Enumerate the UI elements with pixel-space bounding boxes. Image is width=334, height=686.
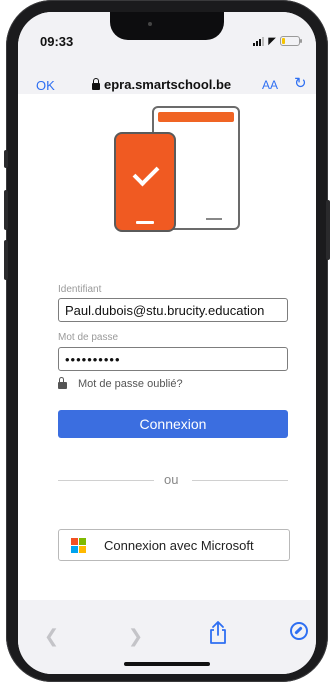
browser-header: 09:33 ◤ OK epra.smartschool.be AA ↻	[18, 12, 316, 94]
wifi-icon: ◤	[268, 35, 276, 47]
volume-up-button	[4, 190, 8, 230]
login-button[interactable]: Connexion	[58, 410, 288, 438]
devices-illustration	[114, 106, 240, 232]
status-icons: ◤	[253, 35, 302, 47]
divider-left	[58, 480, 154, 481]
forgot-password-label: Mot de passe oublié?	[78, 378, 183, 390]
home-indicator[interactable]	[124, 662, 210, 666]
mute-switch	[4, 150, 8, 168]
ok-button[interactable]: OK	[36, 78, 55, 93]
lock-icon	[58, 377, 67, 389]
password-field[interactable]: ••••••••••	[58, 347, 288, 371]
divider-text: ou	[164, 472, 179, 487]
chevron-right-icon[interactable]: ❯	[128, 626, 143, 647]
forgot-password-link[interactable]: Mot de passe oublié?	[58, 377, 183, 390]
chevron-left-icon[interactable]: ❮	[44, 626, 59, 647]
microsoft-login-button[interactable]: Connexion avec Microsoft	[58, 529, 290, 561]
reader-button[interactable]: AA	[262, 78, 278, 92]
battery-icon	[280, 36, 302, 46]
address-bar[interactable]: epra.smartschool.be	[92, 77, 231, 92]
username-label: Identifiant	[58, 284, 102, 295]
phone-illustration	[114, 132, 176, 232]
microsoft-logo-icon	[71, 537, 86, 553]
microsoft-login-label: Connexion avec Microsoft	[104, 537, 254, 553]
checkmark-icon	[132, 159, 160, 187]
screen: 09:33 ◤ OK epra.smartschool.be AA ↻ Iden…	[18, 12, 316, 674]
lock-icon	[92, 77, 100, 90]
password-label: Mot de passe	[58, 332, 119, 343]
share-icon[interactable]	[206, 620, 230, 646]
signal-icon	[253, 36, 265, 46]
volume-down-button	[4, 240, 8, 280]
browser-toolbar: ❮ ❯	[18, 600, 316, 674]
compass-icon[interactable]	[290, 622, 308, 640]
notch	[110, 12, 224, 40]
divider-right	[192, 480, 288, 481]
power-button	[326, 200, 330, 260]
reload-icon[interactable]: ↻	[294, 74, 307, 92]
status-time: 09:33	[40, 34, 74, 49]
username-field[interactable]: Paul.dubois@stu.brucity.education	[58, 298, 288, 322]
url-text: epra.smartschool.be	[104, 77, 232, 92]
